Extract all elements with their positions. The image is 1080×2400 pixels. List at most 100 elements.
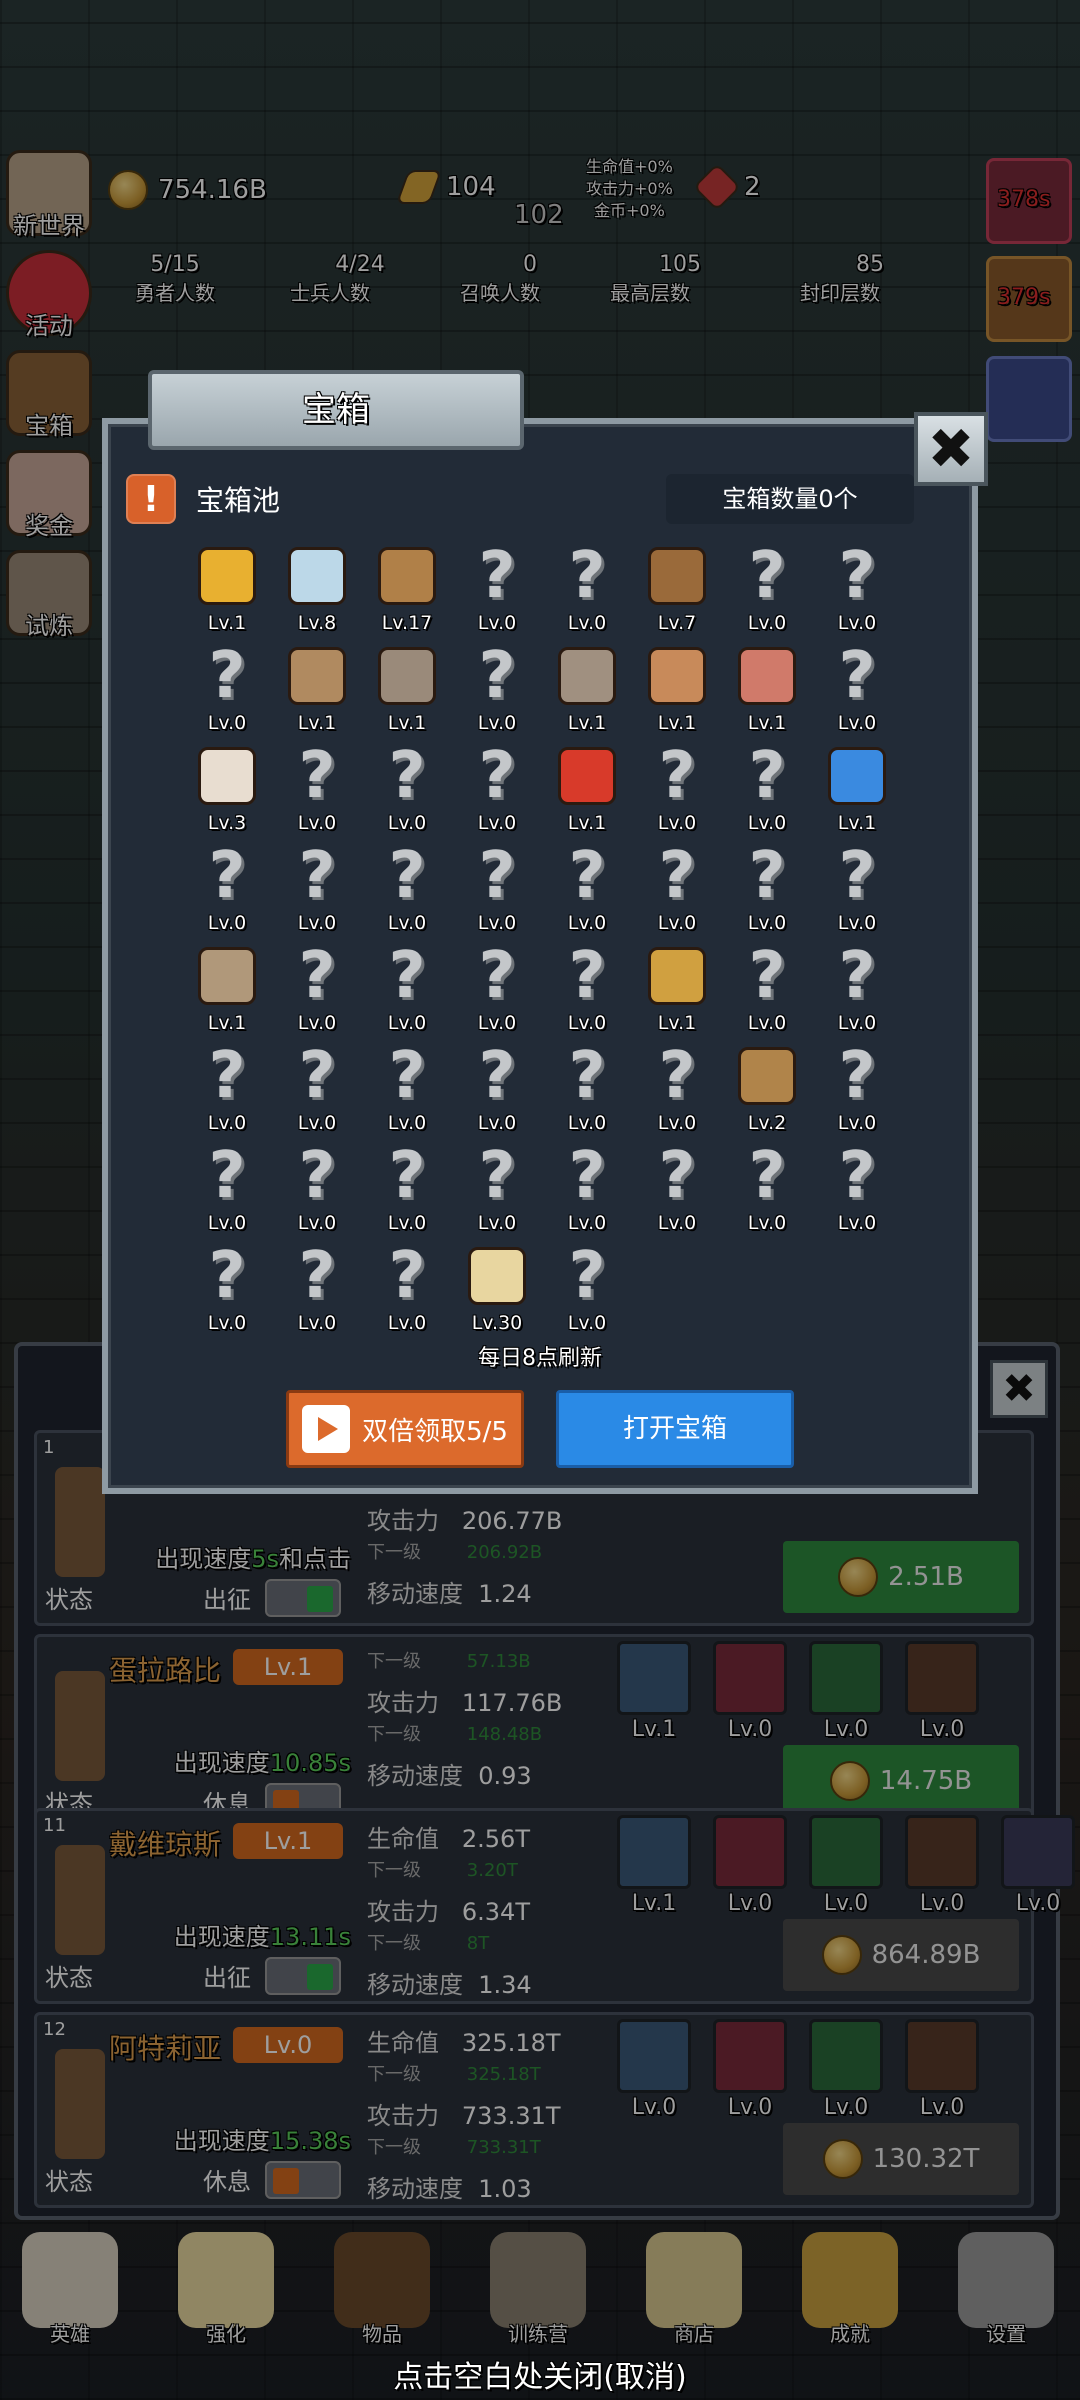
chest-pool-item[interactable]: ? Lv.0 xyxy=(812,538,902,638)
chest-pool-item[interactable]: ? Lv.0 xyxy=(542,538,632,638)
chest-pool-item[interactable]: Lv.2 xyxy=(722,1038,812,1138)
chest-pool-item[interactable]: Lv.7 xyxy=(632,538,722,638)
chest-pool-item[interactable]: ? Lv.0 xyxy=(362,1038,452,1138)
chest-pool-item[interactable]: ? Lv.0 xyxy=(632,1038,722,1138)
chest-pool-item[interactable]: Lv.1 xyxy=(182,938,272,1038)
chest-pool-item[interactable]: Lv.1 xyxy=(632,938,722,1038)
chest-pool-item[interactable]: Lv.1 xyxy=(542,738,632,838)
chest-pool-item[interactable]: ? Lv.0 xyxy=(452,1138,542,1238)
chest-pool-item[interactable]: ? Lv.0 xyxy=(362,838,452,938)
chest-pool-item[interactable]: ? Lv.0 xyxy=(542,1238,632,1338)
question-mark-icon: ? xyxy=(388,1139,426,1213)
chest-pool-item[interactable]: ? Lv.0 xyxy=(452,838,542,938)
question-mark-icon: ? xyxy=(838,639,876,713)
diamond-icon xyxy=(286,542,348,610)
chest-pool-item[interactable]: ? Lv.0 xyxy=(632,838,722,938)
game-screen: 754.16B 104 102 生命值+0% 攻击力+0% 金币+0% 2 37… xyxy=(0,0,1080,2400)
chest-pool-item[interactable]: ? Lv.0 xyxy=(272,1238,362,1338)
video-icon xyxy=(302,1405,351,1453)
chest-pool-item[interactable]: ? Lv.0 xyxy=(632,1138,722,1238)
chest-pool-item[interactable]: ? Lv.0 xyxy=(542,1038,632,1138)
chest-pool-item[interactable]: Lv.1 xyxy=(722,638,812,738)
question-mark-icon: ? xyxy=(748,839,786,913)
question-mark-icon: ? xyxy=(658,1139,696,1213)
chest-pool-item[interactable]: ? Lv.0 xyxy=(812,938,902,1038)
chest-pool-item[interactable]: ? Lv.0 xyxy=(272,1038,362,1138)
chest-pool-item[interactable]: Lv.1 xyxy=(182,538,272,638)
chest-pool-item[interactable]: ? Lv.0 xyxy=(182,1238,272,1338)
chest-pool-item[interactable]: ? Lv.0 xyxy=(812,1138,902,1238)
question-mark-icon: ? xyxy=(208,639,246,713)
item-level: Lv.0 xyxy=(837,1112,877,1134)
question-mark-icon: ? xyxy=(838,939,876,1013)
question-mark-icon: ? xyxy=(388,839,426,913)
question-mark-icon: ? xyxy=(838,1139,876,1213)
open-chest-button[interactable]: 打开宝箱 xyxy=(556,1390,794,1468)
chest-pool-item[interactable]: ? Lv.0 xyxy=(182,638,272,738)
question-mark-icon: ? xyxy=(478,1039,516,1113)
chest-pool-item[interactable]: ? Lv.0 xyxy=(812,838,902,938)
chest-pool-item[interactable]: Lv.30 xyxy=(452,1238,542,1338)
chest-pool-item[interactable]: ? Lv.0 xyxy=(722,738,812,838)
chest-pool-item[interactable]: ? Lv.0 xyxy=(272,738,362,838)
item-level: Lv.2 xyxy=(747,1112,787,1134)
item-level: Lv.0 xyxy=(657,812,697,834)
chest-pool-item[interactable]: ? Lv.0 xyxy=(362,938,452,1038)
item-level: Lv.0 xyxy=(297,912,337,934)
chest-pool-item[interactable]: ? Lv.0 xyxy=(452,738,542,838)
chest-pool-item[interactable]: ? Lv.0 xyxy=(182,1038,272,1138)
item-level: Lv.0 xyxy=(207,712,247,734)
double-claim-button[interactable]: 双倍领取5/5 xyxy=(286,1390,524,1468)
modal-title: 宝箱 xyxy=(148,370,524,450)
question-mark-icon: ? xyxy=(298,1239,336,1313)
item-level: Lv.0 xyxy=(837,1212,877,1234)
chest-pool-item[interactable]: ? Lv.0 xyxy=(542,938,632,1038)
chest-pool-item[interactable]: ? Lv.0 xyxy=(722,1138,812,1238)
chest-pool-item[interactable]: Lv.1 xyxy=(272,638,362,738)
chest-pool-item[interactable]: ? Lv.0 xyxy=(272,1138,362,1238)
item-level: Lv.1 xyxy=(567,712,607,734)
pool-header: ! 宝箱池 xyxy=(126,474,280,524)
chest-pool-item[interactable]: ? Lv.0 xyxy=(452,938,542,1038)
question-mark-icon: ? xyxy=(838,539,876,613)
chest-pool-item[interactable]: ? Lv.0 xyxy=(362,1238,452,1338)
chest-pool-item[interactable]: Lv.8 xyxy=(272,538,362,638)
chest-pool-item[interactable]: ? Lv.0 xyxy=(722,538,812,638)
chest-pool-item[interactable]: ? Lv.0 xyxy=(452,1038,542,1138)
torch-icon xyxy=(646,942,708,1010)
item-level: Lv.30 xyxy=(471,1312,523,1334)
item-level: Lv.1 xyxy=(657,712,697,734)
chest-pool-item[interactable]: ? Lv.0 xyxy=(182,838,272,938)
chest-pool-item[interactable]: ? Lv.0 xyxy=(362,1138,452,1238)
chest-pool-item[interactable]: ? Lv.0 xyxy=(542,1138,632,1238)
chest-pool-item[interactable]: Lv.1 xyxy=(362,638,452,738)
chest-pool-item[interactable]: ? Lv.0 xyxy=(272,938,362,1038)
item-level: Lv.0 xyxy=(387,1312,427,1334)
item-level: Lv.0 xyxy=(477,812,517,834)
chest-pool-item[interactable]: ? Lv.0 xyxy=(452,638,542,738)
sword-icon xyxy=(376,542,438,610)
chest-pool-item[interactable]: Lv.3 xyxy=(182,738,272,838)
knight-helmet-icon xyxy=(556,642,618,710)
modal-close-button[interactable]: ✖ xyxy=(914,412,988,486)
chest-pool-item[interactable]: ? Lv.0 xyxy=(272,838,362,938)
chest-pool-item[interactable]: ? Lv.0 xyxy=(542,838,632,938)
chest-pool-item[interactable]: ? Lv.0 xyxy=(812,638,902,738)
item-level: Lv.0 xyxy=(747,1012,787,1034)
chest-pool-item[interactable]: ? Lv.0 xyxy=(722,838,812,938)
chest-pool-item[interactable]: Lv.17 xyxy=(362,538,452,638)
chest-pool-item[interactable]: ? Lv.0 xyxy=(182,1138,272,1238)
chest-pool-item[interactable]: ? Lv.0 xyxy=(722,938,812,1038)
chest-pool-item[interactable]: ? Lv.0 xyxy=(812,1038,902,1138)
question-mark-icon: ? xyxy=(388,1239,426,1313)
item-level: Lv.0 xyxy=(567,1212,607,1234)
chest-pool-item[interactable]: ? Lv.0 xyxy=(362,738,452,838)
blue-potion-icon xyxy=(826,742,888,810)
question-mark-icon: ? xyxy=(568,839,606,913)
chest-pool-item[interactable]: ? Lv.0 xyxy=(632,738,722,838)
chest-pool-item[interactable]: Lv.1 xyxy=(632,638,722,738)
chest-pool-item[interactable]: ? Lv.0 xyxy=(452,538,542,638)
chest-pool-item[interactable]: Lv.1 xyxy=(812,738,902,838)
item-level: Lv.0 xyxy=(747,812,787,834)
chest-pool-item[interactable]: Lv.1 xyxy=(542,638,632,738)
